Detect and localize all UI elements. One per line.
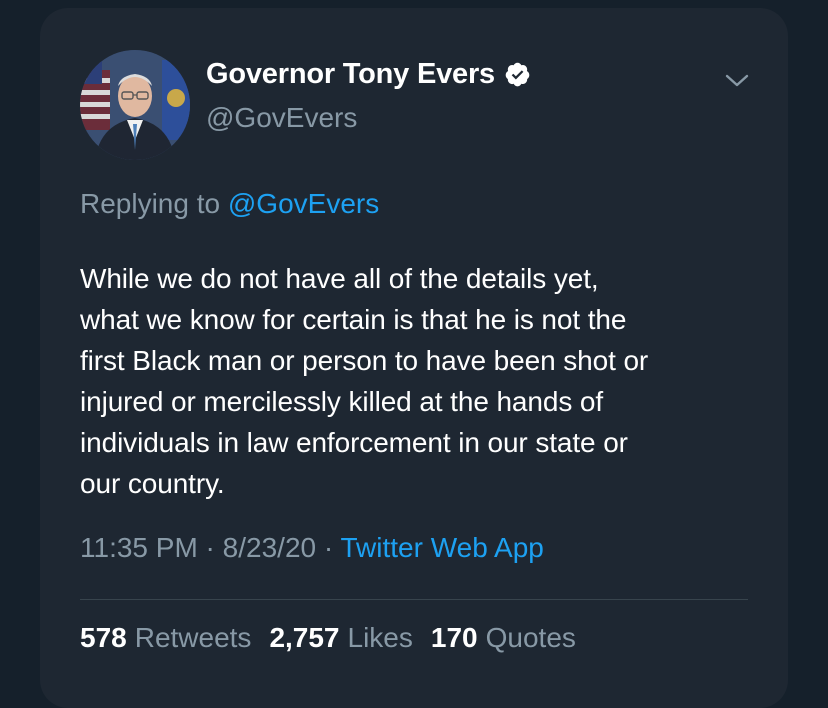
tweet-date[interactable]: 8/23/20 xyxy=(223,532,316,563)
tweet-time[interactable]: 11:35 PM xyxy=(80,532,198,563)
divider xyxy=(80,599,748,600)
tweet-stats: 578 Retweets 2,757 Likes 170 Quotes xyxy=(80,622,594,654)
tweet-text-line: injured or mercilessly killed at the han… xyxy=(80,386,604,417)
avatar[interactable] xyxy=(80,50,190,160)
meta-separator: · xyxy=(197,532,223,563)
likes-count: 2,757 xyxy=(269,622,340,653)
reply-mention-link[interactable]: @GovEvers xyxy=(228,188,379,219)
quotes-stat[interactable]: 170 Quotes xyxy=(431,622,576,654)
meta-separator: · xyxy=(316,532,341,563)
verified-badge-icon xyxy=(504,61,531,88)
tweet-meta: 11:35 PM · 8/23/20 · Twitter Web App xyxy=(80,532,544,564)
tweet-text-line: our country. xyxy=(80,468,225,499)
retweets-count: 578 xyxy=(80,622,127,653)
tweet-text: While we do not have all of the details … xyxy=(80,258,770,504)
tweet-text-line: first Black man or person to have been s… xyxy=(80,345,649,376)
replying-to-prefix: Replying to xyxy=(80,188,221,219)
replying-to-line: Replying to @GovEvers xyxy=(80,188,379,220)
avatar-portrait-image xyxy=(80,50,190,160)
quotes-label: Quotes xyxy=(485,622,576,653)
tweet-card: Governor Tony Evers @GovEvers Replying t… xyxy=(40,8,788,708)
tweet-source-link[interactable]: Twitter Web App xyxy=(340,532,543,563)
quotes-count: 170 xyxy=(430,622,478,653)
retweets-label: Retweets xyxy=(134,622,252,653)
likes-label: Likes xyxy=(347,622,413,653)
tweet-text-line: While we do not have all of the details … xyxy=(80,263,599,294)
author-display-name[interactable]: Governor Tony Evers xyxy=(206,58,495,91)
likes-stat[interactable]: 2,757 Likes xyxy=(269,622,412,654)
tweet-text-line: what we know for certain is that he is n… xyxy=(80,304,627,335)
chevron-down-icon[interactable] xyxy=(722,66,752,96)
retweets-stat[interactable]: 578 Retweets xyxy=(80,622,251,654)
tweet-text-line: individuals in law enforcement in our st… xyxy=(80,427,628,458)
author-handle[interactable]: @GovEvers xyxy=(206,102,357,134)
author-name-row[interactable]: Governor Tony Evers xyxy=(206,58,531,91)
